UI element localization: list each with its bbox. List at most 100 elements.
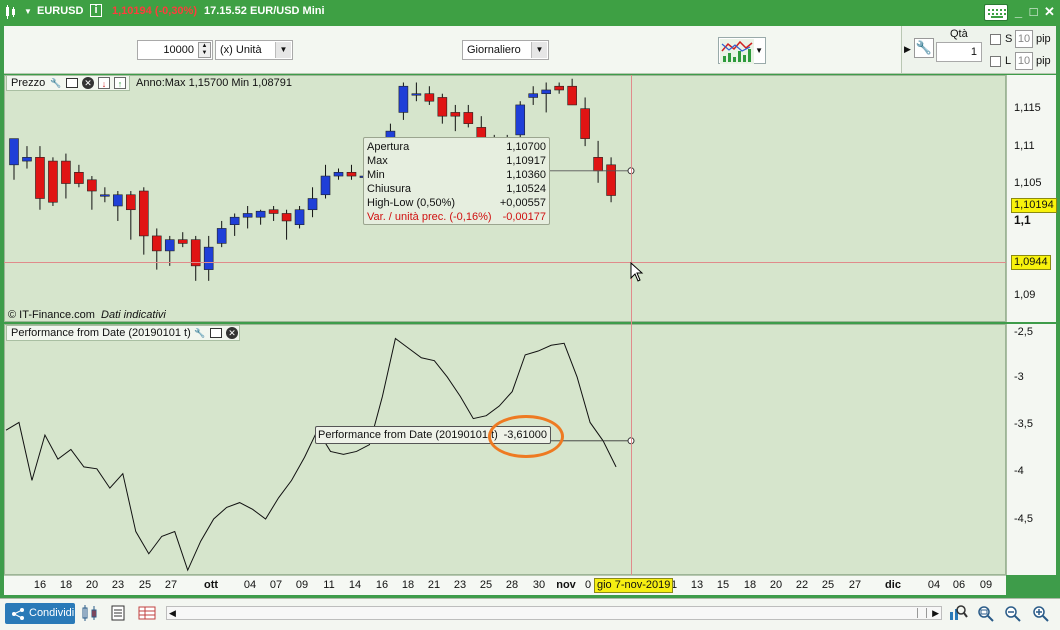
crosshair-vertical [631,75,632,575]
wrench-icon[interactable]: 🔧 [194,327,206,339]
cursor-date-tag: gio 7-nov-2019 [594,578,674,593]
share-icon [12,608,24,620]
limit-pip-label: pip [1036,55,1051,67]
timeframe-select[interactable]: Giornaliero ▼ [462,40,549,60]
toolbar: 10000 ▲ ▼ (x) Unità ▼ Giornaliero ▼ ▼ ▶ 🔧… [4,26,1056,74]
disclaimer-text: Dati indicativi [101,309,166,321]
stop-label: S [1005,33,1013,45]
perf-y-label: -3 [1014,371,1024,383]
tooltip-row: Chiusura 1,10524 [367,182,546,196]
limit-pips-input[interactable]: 10 [1015,52,1033,70]
x-tick-label: 16 [33,579,47,591]
quantity-input[interactable]: 10000 ▲ ▼ [137,40,213,60]
x-tick-label: 25 [821,579,835,591]
x-tick-label: 06 [952,579,966,591]
stop-checkbox[interactable] [990,34,1001,45]
close-circle-icon[interactable]: ✕ [226,327,238,339]
tooltip-value: -0,00177 [502,211,546,223]
x-tick-label: dic [885,579,901,591]
zoom-out-icon[interactable] [1002,604,1022,622]
chevron-down-icon: ▼ [275,42,291,58]
limit-checkbox[interactable] [990,56,1001,67]
scroll-thumb-grip[interactable] [917,608,927,618]
tooltip-label: Var. / unità prec. (-0,16%) [367,211,492,223]
indicators-icon [720,39,754,64]
quantity-stepper[interactable]: ▲ ▼ [198,42,211,58]
qty-label: Qtà [950,28,968,40]
x-tick-label: 30 [532,579,546,591]
x-tick-label: 20 [769,579,783,591]
timeframe-value: Giornaliero [467,44,521,56]
unit-select[interactable]: (x) Unità ▼ [215,40,293,60]
zoom-area-icon[interactable] [948,604,968,622]
keyboard-icon[interactable] [984,4,1008,21]
document-list-icon[interactable] [108,604,128,622]
cursor-price-tag: 1,0944 [1011,255,1051,270]
x-tick-label: 15 [716,579,730,591]
highlight-ellipse [488,415,564,458]
indicators-button[interactable]: ▼ [718,37,766,64]
performance-pane-title-text: Performance from Date (20190101 t) [11,327,191,339]
bottom-bar: Condividi ◀ ▶ [0,598,1060,630]
info-icon[interactable]: i [90,4,102,17]
price-y-label: 1,11 [1014,140,1035,152]
close-circle-icon[interactable]: ✕ [82,77,94,89]
tooltip-row: Var. / unità prec. (-0,16%) -0,00177 [367,210,546,224]
zoom-fit-icon[interactable] [975,604,995,622]
x-tick-label: 04 [243,579,257,591]
tooltip-row: Min 1,10360 [367,168,546,182]
instrument-name: EUR/USD Mini [250,5,325,17]
x-tick-label: 07 [269,579,283,591]
x-tick-label: 22 [795,579,809,591]
symbol-label[interactable]: EURUSD [37,5,83,17]
move-up-icon[interactable]: ↑ [114,77,126,89]
qty-input[interactable]: 1 [936,42,982,62]
performance-y-axis [1006,324,1056,575]
share-button[interactable]: Condividi [5,603,75,624]
x-tick-label: 21 [427,579,441,591]
perf-y-label: -2,5 [1014,326,1033,338]
x-tick-label: 18 [401,579,415,591]
limit-label: L [1005,55,1012,67]
x-tick-label: 27 [848,579,862,591]
price-y-label: 1,115 [1014,102,1041,114]
price-change: 1,10194 (-0,30%) [112,5,197,17]
x-tick-label: 13 [690,579,704,591]
candle-style-icon[interactable] [80,604,100,622]
wrench-icon[interactable]: 🔧 [50,77,62,89]
tooltip-label: Max [367,155,388,167]
chevron-down-icon: ▼ [531,42,547,58]
scroll-left-arrow[interactable]: ◀ [169,607,176,619]
window-icon[interactable] [66,78,78,88]
grid-table-icon[interactable] [137,604,157,622]
window-icon[interactable] [210,328,222,338]
tooltip-value: 1,10700 [506,141,546,153]
scroll-right-arrow[interactable]: ▶ [932,607,939,619]
copyright-text: © IT-Finance.com [8,309,95,321]
x-tick-label: 04 [927,579,941,591]
tooltip-label: Min [367,169,385,181]
symbol-dropdown-arrow[interactable]: ▼ [24,7,32,16]
move-down-icon[interactable]: ↓ [98,77,110,89]
close-button[interactable]: ✕ [1041,3,1058,20]
order-panel: ▶ 🔧 Qtà 1 S 10 pip L 10 pip [901,26,1056,73]
quantity-value: 10000 [163,44,194,56]
stop-pips-input[interactable]: 10 [1015,30,1033,48]
price-pane-title-text: Prezzo [11,77,46,89]
share-label: Condividi [29,607,75,619]
title-bar: ▼ EURUSD i 1,10194 (-0,30%) 17.15.52 EUR… [0,0,1060,26]
tooltip-row: Max 1,10917 [367,154,546,168]
restore-button[interactable]: □ [1025,3,1042,20]
perf-y-label: -3,5 [1014,418,1033,430]
mouse-cursor-icon [630,262,644,282]
panel-expand-arrow[interactable]: ▶ [904,44,911,55]
x-tick-label: 09 [979,579,993,591]
tooltip-value: +0,00557 [499,197,546,209]
wrench-icon[interactable]: 🔧 [914,38,934,58]
zoom-in-icon[interactable] [1030,604,1050,622]
year-range-info: Anno:Max 1,15700 Min 1,08791 [136,77,292,89]
tooltip-value: 1,10917 [506,155,546,167]
x-tick-label: 18 [59,579,73,591]
horizontal-scrollbar[interactable]: ◀ ▶ [166,606,942,620]
price-y-label: 1,09 [1014,289,1036,301]
